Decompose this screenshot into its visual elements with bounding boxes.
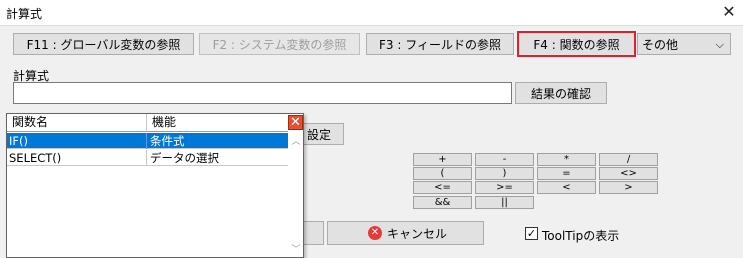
tab-function-reference[interactable]: F4 : 関数の参照 — [517, 31, 636, 57]
tooltip-label: ToolTipの表示 — [542, 229, 620, 243]
close-icon[interactable]: ✕ — [288, 115, 303, 130]
scroll-down-icon[interactable]: ﹀ — [290, 242, 302, 255]
op-divide-button[interactable]: / — [599, 153, 658, 166]
cancel-button[interactable]: ✕ キャンセル — [327, 221, 484, 245]
op-and-button[interactable]: && — [413, 196, 472, 209]
op-open-paren-button[interactable]: ( — [413, 167, 472, 180]
function-name-cell: IF() — [9, 134, 28, 148]
other-dropdown-value: その他 — [642, 37, 679, 52]
op-less-equal-button[interactable]: <= — [413, 181, 472, 194]
op-equals-button[interactable]: = — [537, 167, 596, 180]
column-header-description[interactable]: 機能 — [147, 114, 287, 131]
tab-global-variables[interactable]: F11 : グローバル変数の参照 — [13, 33, 194, 55]
column-header-function-name[interactable]: 関数名 — [7, 114, 146, 131]
function-list-header: 関数名 機能 — [7, 114, 288, 132]
function-desc-cell: データの選択 — [150, 151, 219, 165]
op-close-paren-button[interactable]: ) — [475, 167, 534, 180]
function-name-cell: SELECT() — [9, 151, 62, 165]
op-greater-equal-button[interactable]: >= — [475, 181, 534, 194]
column-divider — [146, 133, 147, 149]
op-multiply-button[interactable]: * — [537, 153, 596, 166]
op-not-equal-button[interactable]: <> — [599, 167, 658, 180]
table-row[interactable]: SELECT() データの選択 — [7, 150, 288, 166]
op-greater-button[interactable]: > — [599, 181, 658, 194]
op-minus-button[interactable]: - — [475, 153, 534, 166]
title-bar: 計算式 ✕ — [0, 0, 743, 26]
scroll-up-icon[interactable]: ︿ — [290, 134, 302, 147]
op-plus-button[interactable]: + — [413, 153, 472, 166]
tooltip-checkbox[interactable]: ✓ — [525, 227, 538, 240]
table-row[interactable]: IF() 条件式 — [7, 133, 288, 149]
function-list-popup: 関数名 機能 ✕ IF() 条件式 SELECT() データの選択 ︿ ﹀ — [6, 113, 304, 258]
op-less-button[interactable]: < — [537, 181, 596, 194]
chevron-down-icon: ⌵ — [715, 38, 724, 51]
tab-field-reference[interactable]: F3 : フィールドの参照 — [366, 33, 514, 55]
check-result-button[interactable]: 結果の確認 — [515, 82, 607, 104]
cancel-icon: ✕ — [368, 226, 382, 240]
formula-input[interactable] — [13, 82, 512, 104]
close-icon[interactable]: ✕ — [719, 2, 739, 22]
tab-system-variables[interactable]: F2 : システム変数の参照 — [199, 33, 360, 55]
column-divider — [146, 150, 147, 166]
window-title: 計算式 — [6, 7, 43, 21]
scrollbar[interactable]: ︿ ﹀ — [289, 132, 303, 257]
other-dropdown[interactable]: その他 ⌵ — [637, 33, 731, 55]
op-or-button[interactable]: || — [475, 196, 534, 209]
function-desc-cell: 条件式 — [150, 134, 185, 148]
